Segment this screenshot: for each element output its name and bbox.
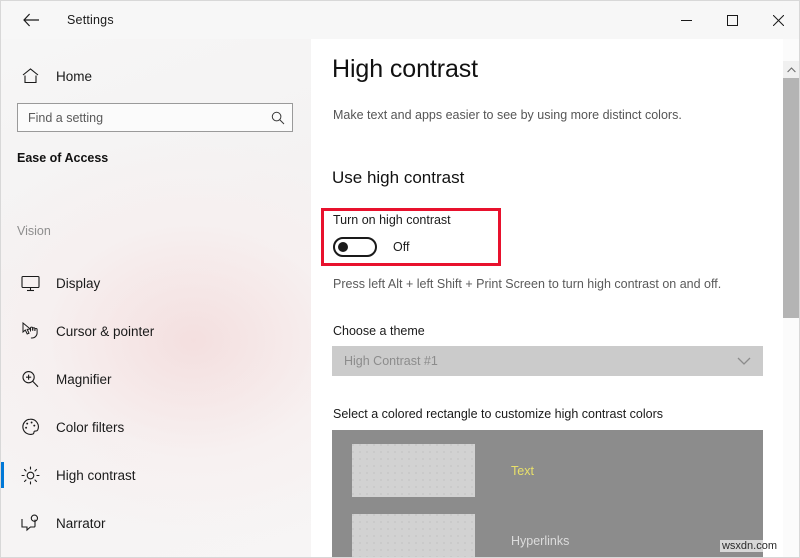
toggle-label: Turn on high contrast xyxy=(333,213,451,227)
sidebar-group-label: Vision xyxy=(17,224,51,238)
shortcut-hint: Press left Alt + left Shift + Print Scre… xyxy=(333,277,722,291)
monitor-icon xyxy=(9,275,51,292)
sidebar-item-high-contrast[interactable]: High contrast xyxy=(1,451,311,499)
color-swatch-text[interactable] xyxy=(352,444,475,497)
sidebar-item-label: Display xyxy=(56,275,101,291)
sidebar-category-title: Ease of Access xyxy=(17,151,109,165)
window-title: Settings xyxy=(67,13,114,27)
selection-indicator xyxy=(1,318,4,344)
preview-row: Hyperlinks xyxy=(352,514,570,557)
window-controls xyxy=(663,1,799,39)
sidebar-item-label: Narrator xyxy=(56,515,106,531)
close-icon[interactable] xyxy=(755,1,799,39)
preview-label-text: Text xyxy=(511,463,534,478)
page-description: Make text and apps easier to see by usin… xyxy=(333,108,682,122)
minimize-icon[interactable] xyxy=(663,1,709,39)
chevron-up-icon[interactable] xyxy=(783,61,799,78)
sidebar-item-label: Magnifier xyxy=(56,371,112,387)
watermark: wsxdn.com xyxy=(719,540,779,552)
sidebar-nav-list: Display Cursor & pointer Magnifier Color… xyxy=(1,259,311,547)
page-title: High contrast xyxy=(332,55,478,83)
title-bar: Settings xyxy=(1,1,799,39)
customize-label: Select a colored rectangle to customize … xyxy=(333,407,664,421)
settings-window: Settings Home Find a setting Ease of Acc… xyxy=(0,0,800,558)
theme-selected-value: High Contrast #1 xyxy=(344,354,438,368)
toggle-switch-knob xyxy=(338,242,348,252)
section-heading: Use high contrast xyxy=(332,168,465,187)
narrator-icon xyxy=(9,514,51,532)
sidebar-item-display[interactable]: Display xyxy=(1,259,311,307)
main-content: High contrast Make text and apps easier … xyxy=(311,39,799,557)
selection-indicator xyxy=(1,366,4,392)
color-preview-panel: Text Hyperlinks xyxy=(332,430,763,557)
back-arrow-icon[interactable] xyxy=(9,4,53,36)
sidebar-home-label: Home xyxy=(56,68,93,84)
sidebar-item-label: Color filters xyxy=(56,419,125,435)
magnifier-icon xyxy=(9,370,51,388)
preview-label-hyperlinks: Hyperlinks xyxy=(511,533,570,548)
sidebar-item-magnifier[interactable]: Magnifier xyxy=(1,355,311,403)
brightness-icon xyxy=(9,465,51,485)
color-swatch-hyperlinks[interactable] xyxy=(352,514,475,557)
theme-label: Choose a theme xyxy=(333,324,425,338)
vertical-scrollbar[interactable] xyxy=(783,39,799,557)
theme-dropdown[interactable]: High Contrast #1 xyxy=(332,346,763,376)
selection-indicator xyxy=(1,414,4,440)
toggle-switch-track[interactable] xyxy=(333,237,377,257)
sidebar-item-narrator[interactable]: Narrator xyxy=(1,499,311,547)
maximize-icon[interactable] xyxy=(709,1,755,39)
search-icon[interactable] xyxy=(264,111,292,125)
sidebar: Home Ease of Access Vision xyxy=(1,39,311,557)
preview-row: Text xyxy=(352,444,534,497)
search-input[interactable] xyxy=(18,110,264,125)
sidebar-item-color-filters[interactable]: Color filters xyxy=(1,403,311,451)
sidebar-item-home[interactable]: Home xyxy=(1,59,311,93)
toggle-state-label: Off xyxy=(393,240,410,254)
sidebar-item-cursor-and-pointer[interactable]: Cursor & pointer xyxy=(1,307,311,355)
selection-indicator xyxy=(1,270,4,296)
sidebar-item-label: Cursor & pointer xyxy=(56,323,155,339)
chevron-down-icon xyxy=(737,346,751,376)
sidebar-item-label: High contrast xyxy=(56,467,136,483)
selection-indicator xyxy=(1,510,4,536)
search-box[interactable] xyxy=(17,103,293,132)
cursor-icon xyxy=(9,322,51,340)
home-icon xyxy=(9,68,51,84)
selection-indicator xyxy=(1,462,4,488)
high-contrast-toggle[interactable]: Off xyxy=(333,237,409,257)
palette-icon xyxy=(9,418,51,436)
scrollbar-thumb[interactable] xyxy=(783,78,799,318)
